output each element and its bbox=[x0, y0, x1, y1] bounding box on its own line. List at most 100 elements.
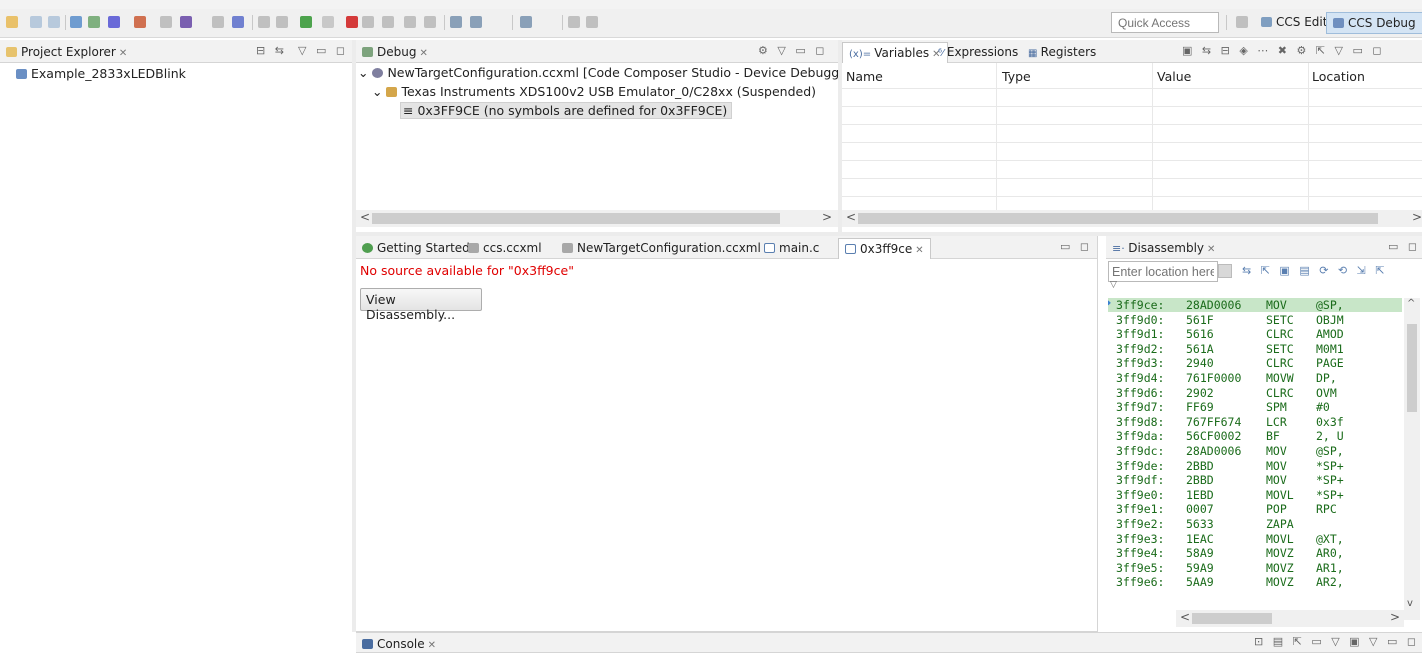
perspective-ccs-debug[interactable]: CCS Debug bbox=[1326, 12, 1422, 34]
pin-icon[interactable] bbox=[520, 16, 532, 28]
save-all-icon[interactable] bbox=[48, 16, 60, 28]
expressions-icon[interactable] bbox=[450, 16, 462, 28]
column-name[interactable]: Name bbox=[846, 69, 883, 84]
disassembly-row[interactable]: 3ff9df: 2BBD MOV *SP+ bbox=[1108, 473, 1402, 487]
restart-icon[interactable] bbox=[212, 16, 224, 28]
disassembly-row[interactable]: 3ff9d6: 2902 CLRC OVM bbox=[1108, 386, 1402, 400]
column-location[interactable]: Location bbox=[1312, 69, 1365, 84]
quick-access-input[interactable] bbox=[1111, 12, 1219, 33]
disassembly-row[interactable]: 3ff9da: 56CF0002 BF 2, U bbox=[1108, 429, 1402, 443]
column-type[interactable]: Type bbox=[1002, 69, 1031, 84]
close-icon[interactable]: ✕ bbox=[915, 245, 923, 256]
disassembly-row[interactable]: 3ff9e5: 59A9 MOVZ AR1, bbox=[1108, 561, 1402, 575]
tab-0x3ff9ce[interactable]: 0x3ff9ce ✕ bbox=[838, 238, 931, 259]
disassembly-row[interactable]: ◆ 3ff9ce: 28AD0006 MOV @SP, bbox=[1108, 298, 1402, 312]
step-return-icon[interactable] bbox=[362, 16, 374, 28]
disassembly-row[interactable]: 3ff9e6: 5AA9 MOVZ AR2, bbox=[1108, 575, 1402, 589]
memory-icon[interactable] bbox=[470, 16, 482, 28]
debug-tree-config[interactable]: ⌄ NewTargetConfiguration.ccxml [Code Com… bbox=[358, 65, 859, 80]
tool-icon[interactable] bbox=[160, 16, 172, 28]
close-icon[interactable]: ✕ bbox=[1207, 244, 1215, 255]
scroll-thumb[interactable] bbox=[1407, 324, 1417, 412]
disassembly-row[interactable]: 3ff9e3: 1EAC MOVL @XT, bbox=[1108, 532, 1402, 546]
disassembly-row[interactable]: 3ff9e0: 1EBD MOVL *SP+ bbox=[1108, 488, 1402, 502]
save-icon[interactable] bbox=[30, 16, 42, 28]
disassembly-row[interactable]: 3ff9dc: 28AD0006 MOV @SP, bbox=[1108, 444, 1402, 458]
variables-toolbar-icons[interactable]: ▣ ⇆ ⊟ ◈ ⋯ ✖ ⚙ ⇱ ▽ ▭ ◻ bbox=[1182, 44, 1385, 57]
forward-icon[interactable] bbox=[586, 16, 598, 28]
variables-hscrollbar[interactable]: < > bbox=[842, 210, 1422, 227]
debug-view-icon[interactable] bbox=[70, 16, 82, 28]
scroll-left-icon[interactable]: < bbox=[1180, 610, 1190, 624]
load-icon[interactable] bbox=[232, 16, 244, 28]
disassembly-row[interactable]: 3ff9d2: 561A SETC M0M1 bbox=[1108, 342, 1402, 356]
resume-icon[interactable] bbox=[300, 16, 312, 28]
build-icon[interactable] bbox=[180, 16, 192, 28]
debug-hscrollbar[interactable]: < > bbox=[356, 210, 838, 227]
debug-icon[interactable] bbox=[108, 16, 120, 28]
tab-main-c[interactable]: main.c bbox=[758, 238, 825, 259]
close-icon[interactable]: ✕ bbox=[419, 48, 427, 59]
scroll-right-icon[interactable]: > bbox=[1390, 610, 1400, 624]
scroll-left-icon[interactable]: < bbox=[360, 210, 370, 224]
reset-icon[interactable] bbox=[404, 16, 416, 28]
disassembly-row[interactable]: 3ff9d7: FF69 SPM #0 bbox=[1108, 400, 1402, 414]
new-icon[interactable] bbox=[6, 16, 18, 28]
disassembly-row[interactable]: 3ff9e2: 5633 ZAPA bbox=[1108, 517, 1402, 531]
scroll-up-icon[interactable]: ^ bbox=[1407, 298, 1415, 309]
scroll-left-icon[interactable]: < bbox=[846, 210, 856, 224]
open-perspective-icon[interactable] bbox=[1236, 16, 1248, 28]
column-value[interactable]: Value bbox=[1157, 69, 1191, 84]
scroll-right-icon[interactable]: > bbox=[1412, 210, 1422, 224]
flash-icon[interactable] bbox=[134, 16, 146, 28]
location-input[interactable] bbox=[1108, 261, 1218, 282]
tab-new-target-configuration[interactable]: NewTargetConfiguration.ccxml bbox=[556, 238, 767, 259]
tab-registers[interactable]: ▦ Registers bbox=[1022, 42, 1102, 63]
scroll-thumb[interactable] bbox=[1192, 613, 1272, 624]
close-icon[interactable]: ✕ bbox=[428, 640, 436, 651]
debug-tree-emulator[interactable]: ⌄ Texas Instruments XDS100v2 USB Emulato… bbox=[372, 84, 816, 99]
editor-minmax-icons[interactable]: ▭ ◻ bbox=[1060, 240, 1092, 253]
disassembly-listing[interactable]: ◆ 3ff9ce: 28AD0006 MOV @SP, 3ff9d0: 561F SETC OB… bbox=[1108, 298, 1402, 620]
disassembly-hscrollbar[interactable]: < > bbox=[1176, 610, 1404, 627]
back-icon[interactable] bbox=[568, 16, 580, 28]
step-over-icon[interactable] bbox=[276, 16, 288, 28]
tab-getting-started[interactable]: Getting Started bbox=[356, 238, 476, 259]
tab-project-explorer[interactable]: Project Explorer ✕ bbox=[0, 42, 133, 63]
target-icon[interactable] bbox=[424, 16, 436, 28]
chevron-down-icon[interactable]: ⌄ bbox=[358, 65, 372, 80]
go-icon[interactable] bbox=[1218, 264, 1232, 278]
tab-console[interactable]: Console ✕ bbox=[356, 634, 442, 655]
disassembly-row[interactable]: 3ff9d1: 5616 CLRC AMOD bbox=[1108, 327, 1402, 341]
console-toolbar-icons[interactable]: ⊡ ▤ ⇱ ▭ ▽ ▣ ▽ ▭ ◻ bbox=[1254, 635, 1419, 648]
scroll-down-icon[interactable]: v bbox=[1407, 598, 1413, 609]
disassembly-row[interactable]: 3ff9d8: 767FF674 LCR 0x3f bbox=[1108, 415, 1402, 429]
tab-debug[interactable]: Debug ✕ bbox=[356, 42, 434, 63]
project-item[interactable]: Example_2833xLEDBlink bbox=[16, 66, 186, 81]
assembly-step-icon[interactable] bbox=[382, 16, 394, 28]
disassembly-row[interactable]: 3ff9de: 2BBD MOV *SP+ bbox=[1108, 459, 1402, 473]
debug-view-menu-icon[interactable]: ⚙ ▽ ▭ ◻ bbox=[758, 44, 827, 57]
view-menu-icon[interactable]: ▽ ▭ ◻ bbox=[298, 44, 348, 57]
debug-tree-frame[interactable]: ≡ 0x3FF9CE (no symbols are defined for 0… bbox=[400, 102, 733, 119]
tab-ccs-ccxml[interactable]: ccs.ccxml bbox=[462, 238, 548, 259]
terminate-icon[interactable] bbox=[346, 16, 358, 28]
perspective-ccs-edit[interactable]: CCS Edit bbox=[1255, 12, 1333, 34]
scroll-thumb[interactable] bbox=[372, 213, 780, 224]
disassembly-row[interactable]: 3ff9d3: 2940 CLRC PAGE bbox=[1108, 356, 1402, 370]
scroll-right-icon[interactable]: > bbox=[822, 210, 832, 224]
tab-expressions[interactable]: ⁶⁄ Expressions bbox=[932, 42, 1024, 63]
disassembly-minmax-icons[interactable]: ▭ ◻ bbox=[1388, 240, 1420, 253]
collapse-all-icon[interactable]: ⊟ ⇆ bbox=[256, 44, 287, 57]
chevron-down-icon[interactable]: ⌄ bbox=[372, 84, 386, 99]
expand-icon[interactable]: ▽ bbox=[1110, 280, 1117, 290]
disassembly-toolbar-icons[interactable]: ⇆ ⇱ ▣ ▤ ⟳ ⟲ ⇲ ⇱ bbox=[1242, 264, 1388, 277]
disassembly-row[interactable]: 3ff9d4: 761F0000 MOVW DP, bbox=[1108, 371, 1402, 385]
connect-icon[interactable] bbox=[88, 16, 100, 28]
tab-disassembly[interactable]: ≡· Disassembly ✕ bbox=[1106, 238, 1221, 259]
disassembly-row[interactable]: 3ff9d0: 561F SETC OBJM bbox=[1108, 313, 1402, 327]
suspend-icon[interactable] bbox=[322, 16, 334, 28]
step-into-icon[interactable] bbox=[258, 16, 270, 28]
disassembly-vscrollbar[interactable]: ^ v bbox=[1404, 298, 1420, 620]
view-disassembly-button[interactable]: View Disassembly... bbox=[360, 288, 482, 322]
